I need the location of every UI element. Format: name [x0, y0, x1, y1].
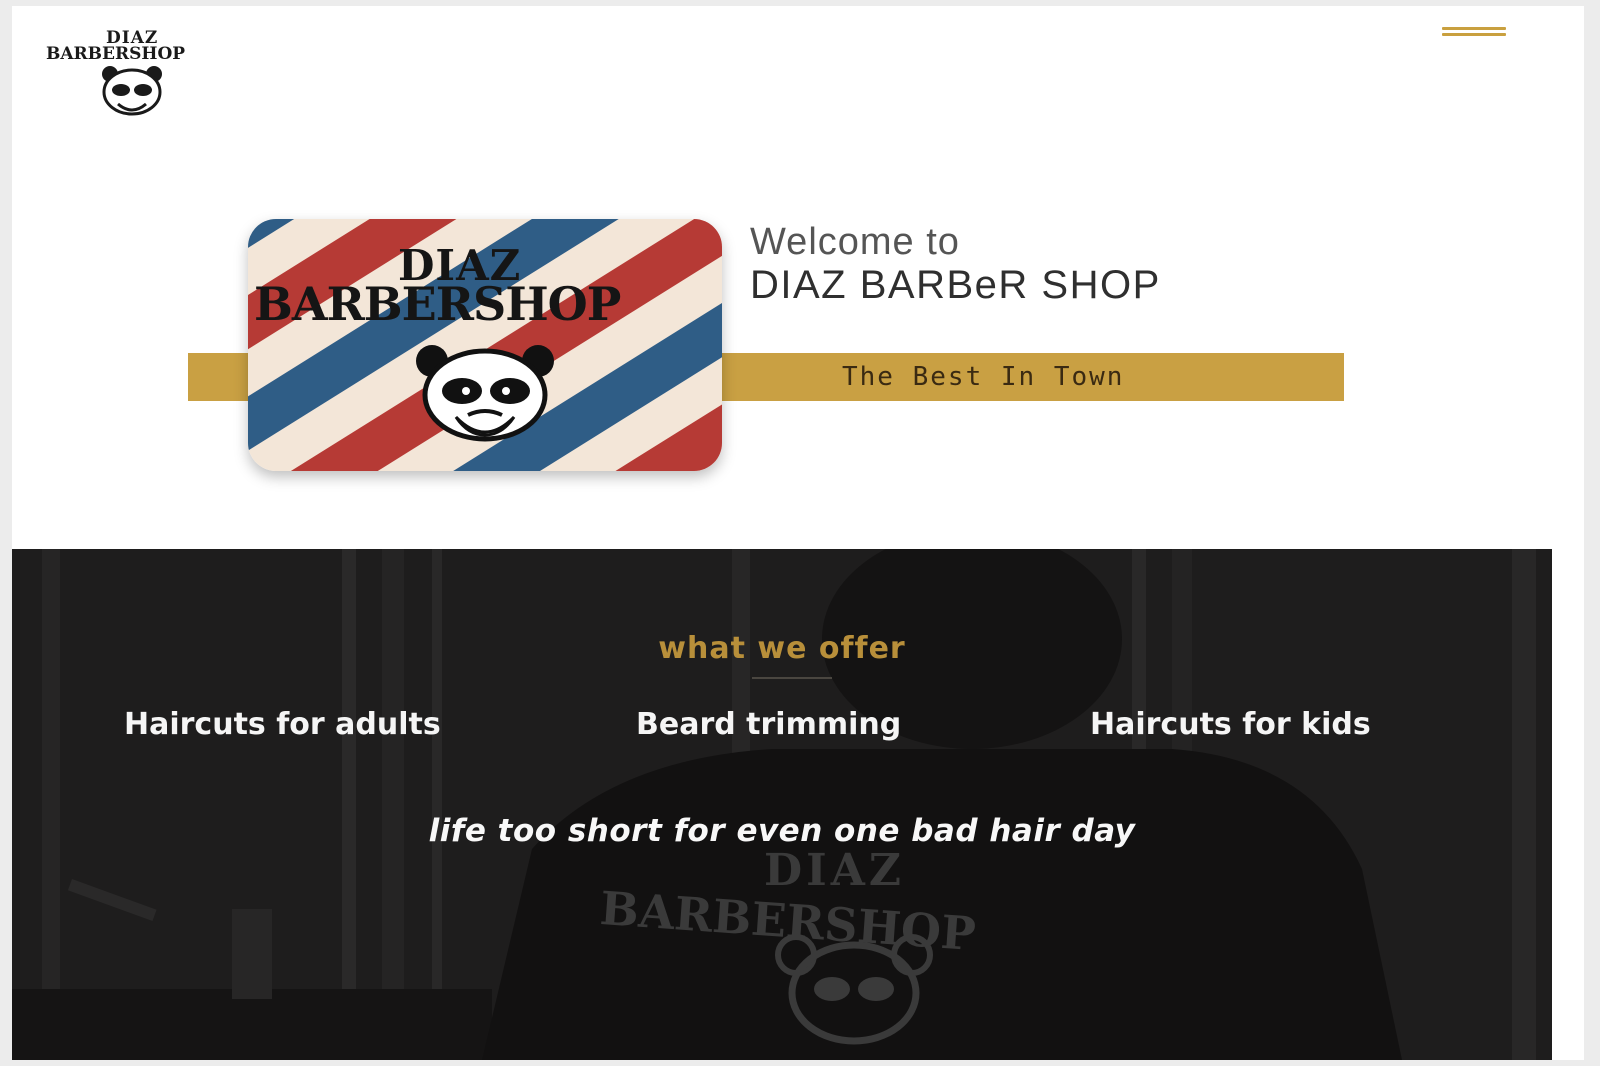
- hero-tagline: The Best In Town: [842, 362, 1125, 392]
- offer-title: what we offer: [658, 631, 906, 666]
- logo-line-2: BARBERSHOP: [46, 44, 186, 64]
- tile-logo-line-2: BARBERSHOP: [254, 277, 621, 331]
- welcome-text: Welcome to: [750, 221, 960, 263]
- barber-logo-tile: DIAZ BARBERSHOP: [248, 219, 722, 471]
- shirt-logo-line-1: DIAZ: [764, 845, 905, 896]
- panda-icon: [102, 66, 162, 116]
- service-item-kids: Haircuts for kids: [1090, 707, 1371, 742]
- quote-text: life too short for even one bad hair day: [428, 813, 1136, 849]
- offer-section: DIAZ BARBERSHOP what we offer Haircuts f…: [12, 549, 1552, 1060]
- menu-bar: [1442, 27, 1506, 30]
- hamburger-menu-icon[interactable]: [1442, 24, 1506, 48]
- menu-bar: [1442, 33, 1506, 36]
- panda-icon: [416, 345, 554, 442]
- panda-icon: [775, 934, 933, 1045]
- title-divider: [752, 677, 832, 679]
- page: DIAZ BARBERSHOP The Best In Town DIAZ BA…: [12, 6, 1584, 1060]
- shop-name-heading: DIAZ BARBeR SHOP: [750, 263, 1161, 307]
- service-item-adults: Haircuts for adults: [124, 707, 441, 742]
- site-logo[interactable]: DIAZ BARBERSHOP: [46, 28, 246, 123]
- service-item-beard: Beard trimming: [636, 707, 902, 742]
